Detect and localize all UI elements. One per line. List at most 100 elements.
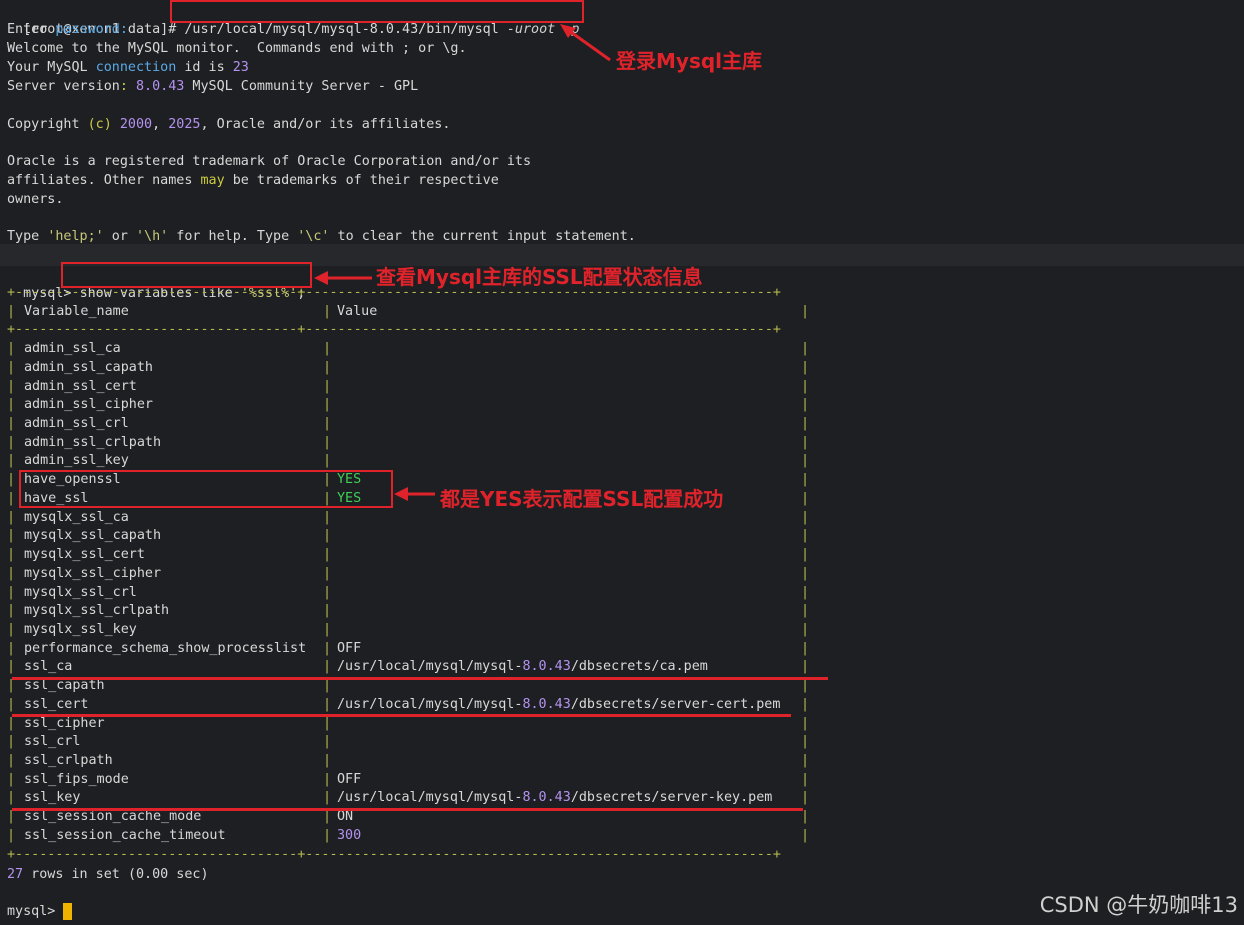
table-pipe: | — [7, 547, 16, 563]
table-pipe: | — [323, 547, 332, 563]
oracle-line-1: Oracle is a registered trademark of Orac… — [7, 154, 532, 169]
variable-name-cell: ssl_fips_mode — [24, 771, 129, 787]
table-pipe: | — [7, 790, 16, 806]
table-pipe: | — [801, 341, 810, 357]
variable-name-cell: ssl_crl — [24, 734, 81, 750]
variable-name-cell: ssl_cert — [24, 696, 89, 712]
table-pipe: | — [7, 603, 16, 619]
value-cell: OFF — [337, 640, 362, 656]
variable-name-cell: mysqlx_ssl_capath — [24, 528, 162, 544]
value-cell: OFF — [337, 771, 362, 787]
enter-password-line: Enter password: — [7, 22, 128, 37]
table-pipe: | — [7, 397, 16, 413]
table-pipe: | — [7, 734, 16, 750]
table-pipe: | — [801, 416, 810, 432]
table-pipe: | — [7, 416, 16, 432]
value-cell: /usr/local/mysql/mysql-8.0.43/dbsecrets/… — [337, 696, 781, 712]
table-pipe: | — [801, 303, 810, 319]
table-pipe: | — [323, 434, 332, 450]
csdn-watermark: CSDN @牛奶咖啡13 — [1039, 893, 1238, 917]
table-pipe: | — [801, 472, 810, 488]
table-pipe: | — [801, 565, 810, 581]
variable-name-cell: ssl_crlpath — [24, 753, 113, 768]
table-pipe: | — [323, 790, 332, 806]
table-pipe: | — [323, 303, 332, 319]
yes-highlight-box — [19, 470, 393, 508]
table-pipe: | — [801, 753, 810, 768]
table-pipe: | — [323, 453, 332, 469]
table-pipe: | — [7, 472, 16, 488]
column-header-variable: Variable_name — [24, 303, 129, 319]
command-highlight-box — [170, 0, 584, 23]
table-pipe: | — [801, 696, 810, 712]
table-pipe: | — [7, 753, 16, 768]
value-cell: /usr/local/mysql/mysql-8.0.43/dbsecrets/… — [337, 790, 773, 806]
variable-name-cell: mysqlx_ssl_key — [24, 621, 137, 637]
table-pipe: | — [323, 621, 332, 637]
table-pipe: | — [801, 397, 810, 413]
table-pipe: | — [801, 359, 810, 375]
login-annotation: 登录Mysql主库 — [616, 49, 763, 73]
table-pipe: | — [323, 753, 332, 768]
table-pipe: | — [323, 827, 332, 843]
table-pipe: | — [7, 696, 16, 712]
variable-name-cell: mysqlx_ssl_crl — [24, 584, 137, 600]
cursor — [63, 902, 73, 920]
table-pipe: | — [323, 341, 332, 357]
ssl-ca-underline — [12, 677, 828, 680]
table-pipe: | — [7, 453, 16, 469]
mysql-prompt: mysql> — [7, 904, 64, 919]
final-prompt-line[interactable]: mysql> — [7, 902, 73, 921]
variable-name-cell: mysqlx_ssl_cipher — [24, 565, 162, 581]
welcome-line: Welcome to the MySQL monitor. Commands e… — [7, 41, 467, 56]
value-cell: 300 — [337, 827, 362, 843]
table-pipe: | — [323, 771, 332, 787]
table-pipe: | — [7, 528, 16, 544]
yes-arrowhead-icon — [394, 487, 408, 501]
mysql-binary-path: /usr/local/mysql/mysql-8.0.43/bin/mysql — [184, 22, 499, 37]
ssl-key-underline — [12, 808, 803, 811]
table-pipe: | — [323, 359, 332, 375]
variable-name-cell: mysqlx_ssl_cert — [24, 547, 145, 563]
variable-name-cell: ssl_key — [24, 790, 81, 806]
table-pipe: | — [7, 359, 16, 375]
table-pipe: | — [801, 659, 810, 675]
table-pipe: | — [801, 790, 810, 806]
oracle-line-3: owners. — [7, 192, 64, 207]
table-border: +-----------------------------------+---… — [7, 846, 781, 862]
table-pipe: | — [801, 434, 810, 450]
variable-name-cell: ssl_session_cache_timeout — [24, 827, 226, 843]
ssl-cert-underline — [12, 714, 791, 717]
table-pipe: | — [323, 509, 332, 525]
table-pipe: | — [7, 378, 16, 394]
table-pipe: | — [323, 603, 332, 619]
table-pipe: | — [323, 696, 332, 712]
variable-name-cell: admin_ssl_cert — [24, 378, 137, 394]
result-count-line: 27 rows in set (0.00 sec) — [7, 867, 209, 882]
table-pipe: | — [7, 621, 16, 637]
variable-name-cell: performance_schema_show_processlist — [24, 640, 307, 656]
copyright-line: Copyright (c) 2000, 2025, Oracle and/or … — [7, 117, 451, 132]
table-pipe: | — [7, 771, 16, 787]
table-pipe: | — [7, 827, 16, 843]
query-highlight-box — [61, 262, 312, 288]
variable-name-cell: admin_ssl_key — [24, 453, 129, 469]
table-pipe: | — [323, 416, 332, 432]
table-pipe: | — [323, 640, 332, 656]
variable-name-cell: mysqlx_ssl_crlpath — [24, 603, 170, 619]
column-header-value: Value — [337, 303, 378, 319]
table-pipe: | — [323, 565, 332, 581]
table-pipe: | — [7, 490, 16, 506]
table-pipe: | — [801, 528, 810, 544]
variable-name-cell: admin_ssl_capath — [24, 359, 153, 375]
variable-name-cell: admin_ssl_crl — [24, 416, 129, 432]
table-pipe: | — [801, 584, 810, 600]
yes-annotation: 都是YES表示配置SSL配置成功 — [440, 487, 724, 511]
annotation-arrows — [314, 24, 611, 501]
table-pipe: | — [801, 827, 810, 843]
table-pipe: | — [7, 303, 16, 319]
table-pipe: | — [801, 621, 810, 637]
table-pipe: | — [323, 528, 332, 544]
value-cell: /usr/local/mysql/mysql-8.0.43/dbsecrets/… — [337, 659, 708, 675]
table-pipe: | — [323, 378, 332, 394]
